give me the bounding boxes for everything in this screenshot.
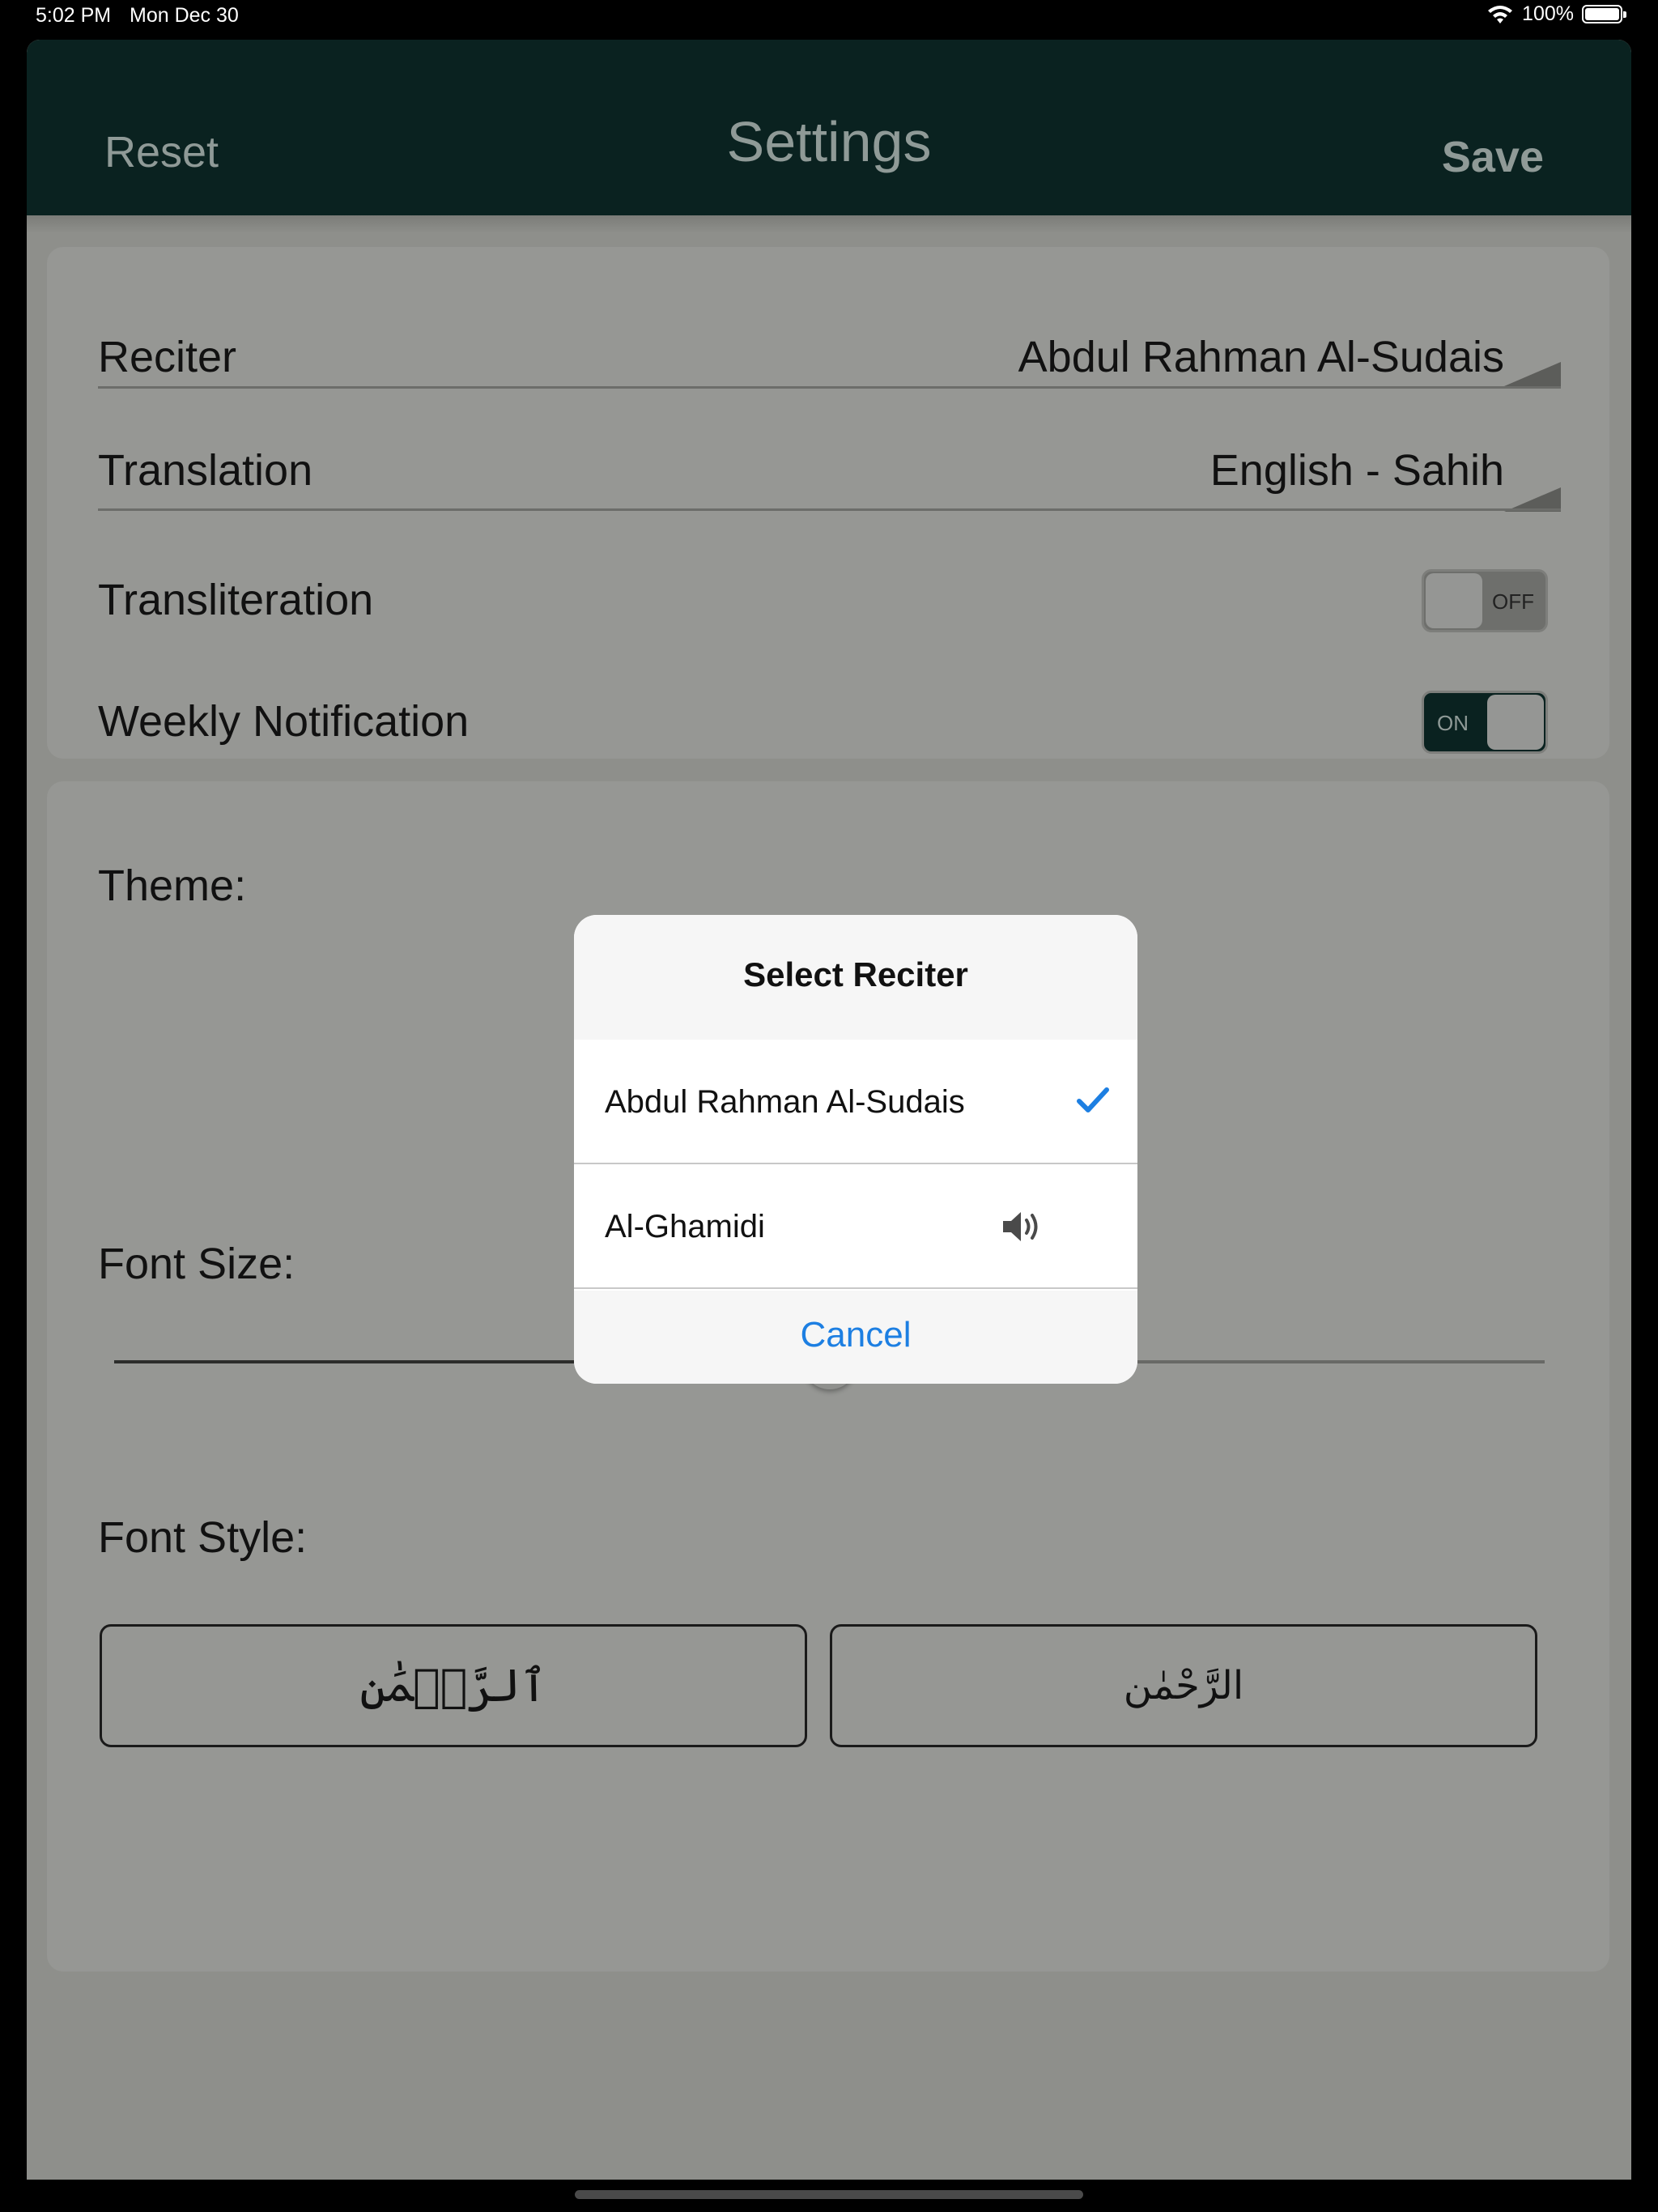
theme-label: Theme: [98,861,247,910]
battery-icon [1582,5,1626,23]
cancel-button[interactable]: Cancel [574,1291,1137,1384]
dialog-title: Select Reciter [743,955,968,993]
translation-label: Translation [98,446,313,495]
reciter-label: Reciter [98,333,237,381]
page-title: Settings [726,110,932,173]
reciter-option-label: Al-Ghamidi [605,1209,765,1244]
checkmark-icon [1077,1087,1109,1112]
reciter-option-sudais[interactable]: Abdul Rahman Al-Sudais [574,1040,1137,1164]
reciter-option-label: Abdul Rahman Al-Sudais [605,1084,965,1120]
toggle-knob [1487,695,1544,750]
toggle-state-text: OFF [1492,589,1534,614]
status-right: 100% [1486,2,1626,26]
transliteration-toggle[interactable]: OFF [1422,569,1548,632]
toggle-state-text: ON [1437,711,1469,735]
translation-dropdown[interactable]: English - Sahih [1210,445,1504,496]
transliteration-label: Transliteration [98,576,374,624]
reciter-dropdown[interactable]: Abdul Rahman Al-Sudais [1018,332,1504,382]
nav-bar: Reset Settings Save [27,40,1631,215]
dialog-header: Select Reciter [574,915,1137,1040]
general-settings-card: Reciter Abdul Rahman Al-Sudais Translati… [47,247,1609,759]
home-indicator [575,2190,1083,2199]
wifi-icon [1488,5,1513,23]
dropdown-arrow-icon [1504,362,1561,386]
reciter-option-ghamidi[interactable]: Al-Ghamidi [574,1164,1137,1289]
speaker-icon[interactable] [1001,1209,1044,1244]
font-style-option-2[interactable]: الرَّحْمٰن [830,1624,1537,1747]
divider [98,508,1561,511]
status-time: 5:02 PM [36,4,112,27]
font-style-option-1[interactable]: ٱلرَّحۡمَٰن [100,1624,807,1747]
battery-percent: 100% [1522,2,1574,25]
settings-window: Reset Settings Save Reciter Abdul Rahman… [27,40,1631,2180]
toggle-knob [1426,573,1482,628]
font-size-label: Font Size: [98,1240,295,1288]
save-button[interactable]: Save [1442,132,1544,182]
font-style-label: Font Style: [98,1513,308,1562]
divider [98,386,1561,389]
weekly-notification-label: Weekly Notification [98,697,470,746]
status-date: Mon Dec 30 [130,4,239,27]
select-reciter-dialog: Select Reciter Abdul Rahman Al-Sudais Al… [574,915,1137,1384]
nav-shadow [27,215,1631,233]
weekly-notification-toggle[interactable]: ON [1422,691,1548,754]
status-bar: 5:02 PM Mon Dec 30 100% [0,0,1658,34]
